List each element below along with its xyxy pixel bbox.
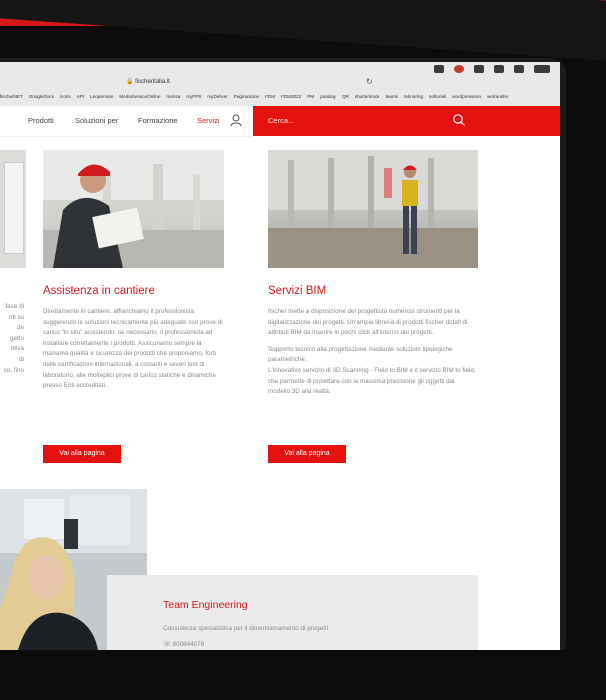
nav-item-servizi[interactable]: Servizi — [197, 116, 220, 125]
service-paragraph: Direttamente in cantiere, affianchiamo i… — [43, 308, 223, 390]
bookmark-item[interactable]: icons — [60, 94, 71, 104]
partial-text-line: getto — [9, 334, 24, 342]
partial-text-line: fase di — [5, 303, 24, 310]
vai-alla-pagina-button[interactable]: Vai alla pagina — [43, 445, 121, 463]
bookmark-item[interactable]: myDeliver — [207, 94, 227, 104]
bookmark-item[interactable]: API — [77, 94, 84, 104]
bookmark-item[interactable]: fischerNET — [0, 94, 23, 104]
nav-item-formazione[interactable]: Formazione — [138, 116, 178, 125]
partial-text-line: de — [16, 324, 24, 332]
partial-text-line: ntiva — [10, 345, 24, 353]
bookmark-item[interactable]: mensa — [167, 94, 181, 104]
bookmark-item[interactable]: GoogleDocs — [29, 94, 54, 104]
record-icon[interactable] — [454, 65, 464, 73]
browser-screen: 🔒 fischeritalia.it ↻ fischerNET GoogleDoc… — [0, 62, 560, 650]
bookmark-item[interactable]: myFPS — [186, 94, 201, 104]
partial-text-column: fase di nti su de getto ntiva di co, fin… — [0, 302, 24, 376]
screen-icon[interactable] — [434, 65, 444, 73]
bookmark-item[interactable]: MediaServiceOnline — [119, 94, 160, 104]
partial-text-line: nti su — [8, 313, 24, 321]
address-bar[interactable]: 🔒 fischeritalia.it ↻ — [0, 77, 560, 90]
battery-icon — [534, 65, 550, 73]
bookmark-item[interactable]: pixabay — [320, 94, 336, 104]
construction-site-photo — [43, 150, 224, 268]
dropbox-icon[interactable] — [494, 65, 504, 73]
bookmark-item[interactable]: PM — [307, 94, 314, 104]
nav-item-soluzioni[interactable]: Soluzioni per — [75, 116, 118, 125]
partial-text-line: co, fino — [3, 366, 24, 374]
team-description: Consulenza specialistica per il dimensio… — [163, 625, 329, 632]
bookmark-item[interactable]: teknoring — [404, 94, 423, 104]
search-bar[interactable]: Cerca... — [253, 106, 560, 136]
account-icon[interactable] — [514, 65, 524, 73]
bookmark-item[interactable]: teams — [386, 94, 399, 104]
system-tray — [434, 65, 550, 73]
service-paragraph: Supporto tecnico alla progettazione medi… — [268, 345, 453, 364]
phone-icon: ☏ — [163, 641, 171, 648]
team-title[interactable]: Team Engineering — [163, 599, 248, 611]
bookmark-item[interactable]: Leoperman — [90, 94, 113, 104]
background-dark-band — [0, 0, 606, 65]
reload-icon[interactable]: ↻ — [366, 77, 373, 86]
bookmark-item[interactable]: Paginazione — [234, 94, 259, 104]
nav-item-prodotti[interactable]: Prodotti — [28, 116, 54, 125]
service-title: Servizi BIM — [268, 285, 327, 297]
user-icon[interactable] — [230, 114, 242, 127]
bookmark-item[interactable]: shutterstock — [355, 94, 380, 104]
bookmark-item[interactable]: settoriali — [429, 94, 446, 104]
team-engineering-card[interactable]: Team Engineering Consulenza specialistic… — [107, 575, 478, 650]
bookmark-item[interactable]: FDM2022 — [281, 94, 301, 104]
service-image-partial — [0, 150, 26, 268]
browser-chrome: 🔒 fischeritalia.it ↻ fischerNET GoogleDoc… — [0, 62, 560, 107]
bookmark-item[interactable]: wetransfer — [487, 94, 508, 104]
bim-scanning-photo — [268, 150, 478, 268]
site-nav: Prodotti Soluzioni per Formazione Serviz… — [0, 106, 252, 137]
url-value: fischeritalia.it — [135, 79, 170, 85]
search-input[interactable]: Cerca... — [268, 116, 294, 125]
bookmarks-bar: fischerNET GoogleDocs icons API Leoperman Med… — [0, 94, 560, 104]
service-paragraph: L'innovativo servizio di 3D Scanning - F… — [268, 366, 476, 396]
service-description: fischer mette a disposizione del progett… — [268, 307, 478, 398]
background-bottom — [0, 650, 606, 700]
team-phone-number: 800844078 — [172, 641, 205, 648]
bookmark-item[interactable]: FDM — [265, 94, 275, 104]
service-title: Assistenza in cantiere — [43, 285, 155, 297]
search-icon[interactable] — [452, 113, 466, 127]
service-paragraph: fischer mette a disposizione del progett… — [268, 308, 468, 337]
vai-alla-pagina-button[interactable]: Vai alla pagina — [268, 445, 346, 463]
sync-icon[interactable] — [474, 65, 484, 73]
bookmark-item[interactable]: QR — [342, 94, 349, 104]
team-phone[interactable]: ☏ 800844078 — [163, 641, 204, 648]
bookmark-item[interactable]: wordpresseria — [452, 94, 481, 104]
partial-text-line: di — [19, 355, 24, 363]
url-text[interactable]: 🔒 fischeritalia.it — [126, 78, 170, 85]
service-description: Direttamente in cantiere, affianchiamo i… — [43, 307, 225, 392]
